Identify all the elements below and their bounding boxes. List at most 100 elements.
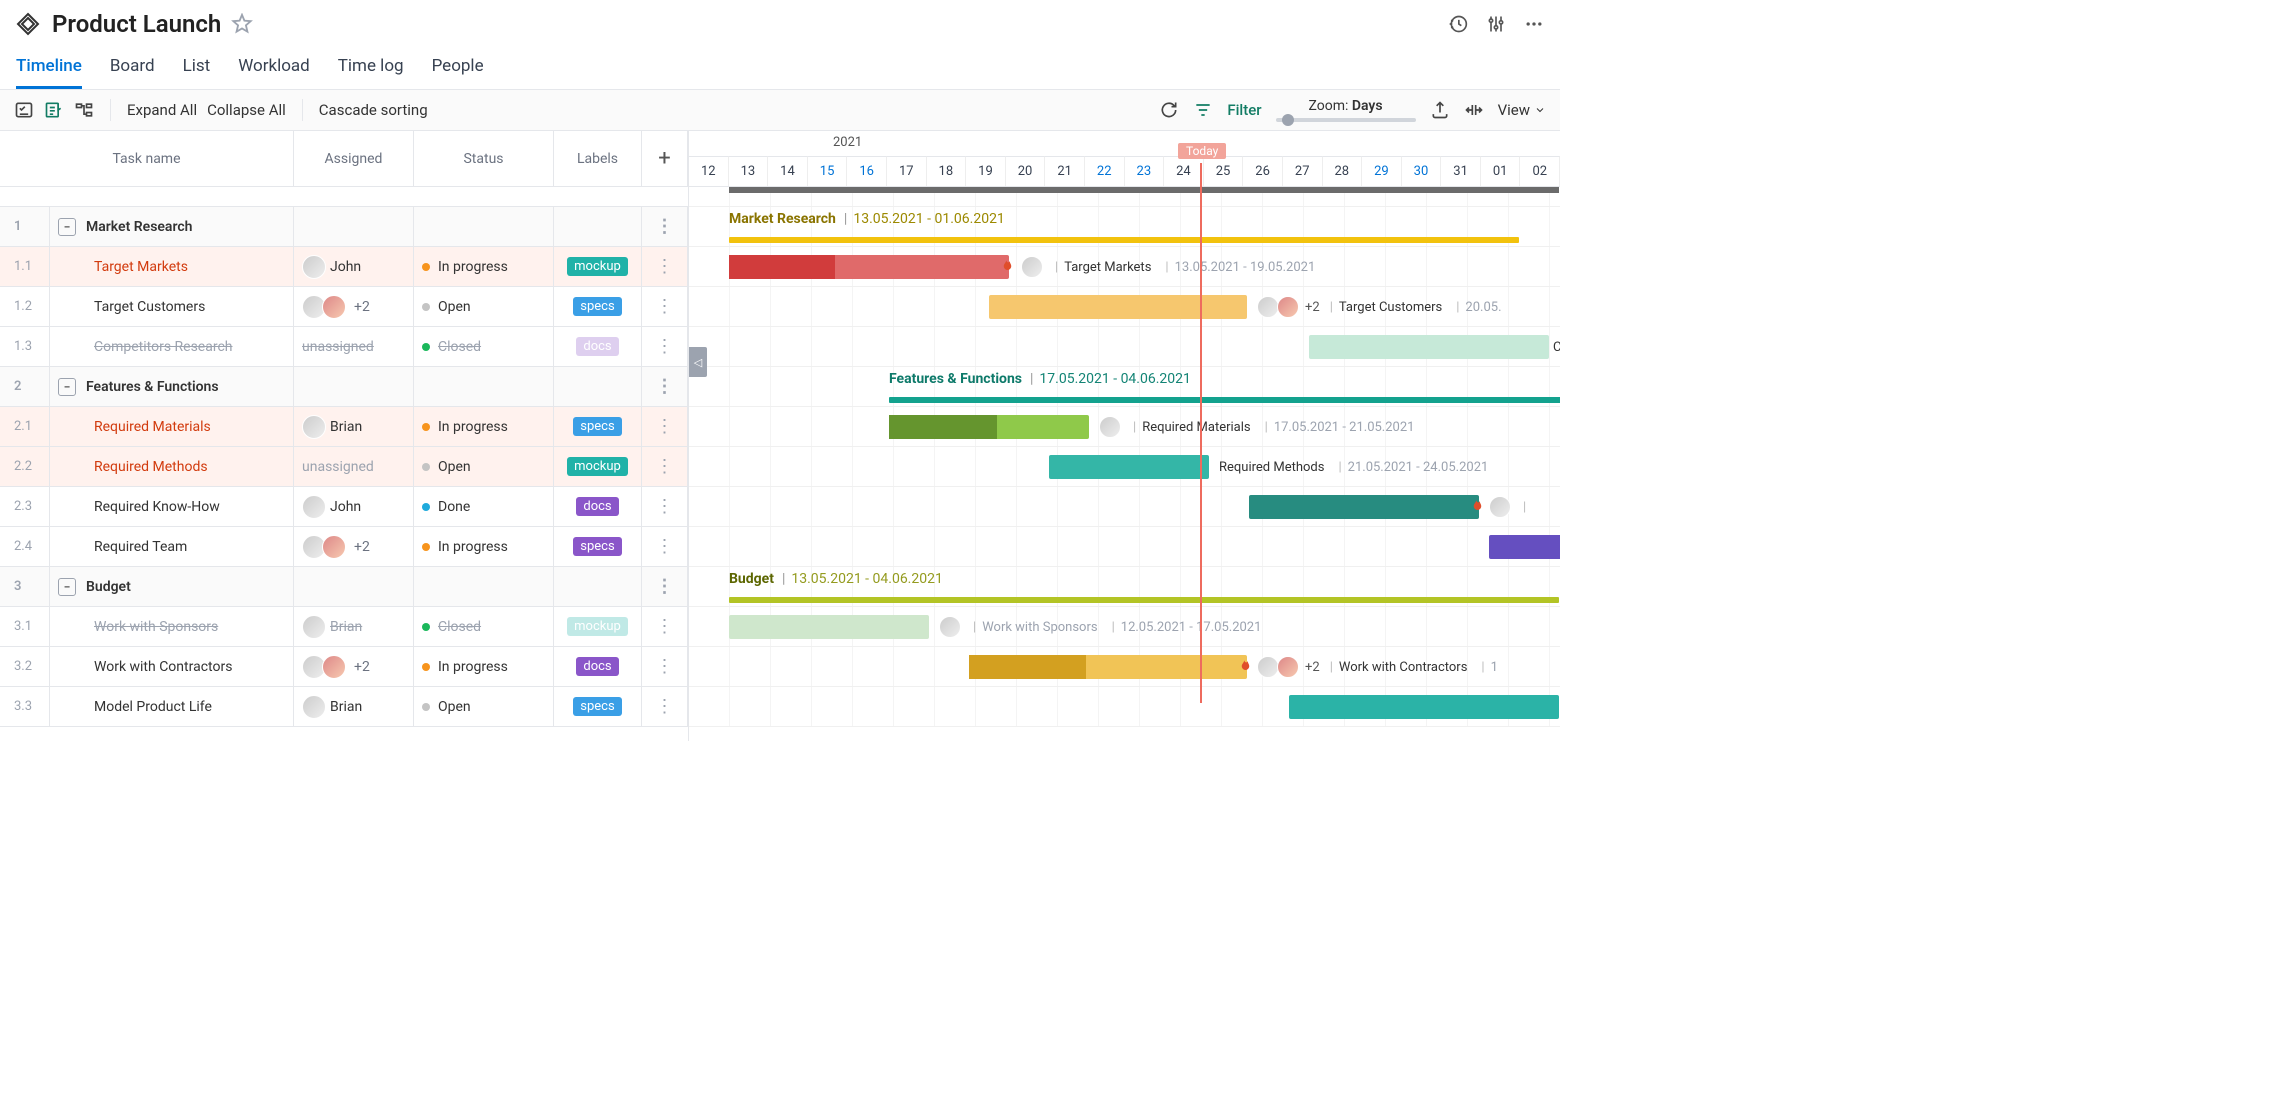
task-status[interactable]: In progress	[414, 247, 554, 286]
task-bar[interactable]	[1489, 535, 1560, 559]
task-label[interactable]: mockup	[554, 247, 642, 286]
task-status[interactable]: Done	[414, 487, 554, 526]
row-more-icon[interactable]: ⋮	[642, 207, 688, 246]
task-row[interactable]: 3.3Model Product LifeBrianOpenspecs⋮	[0, 687, 688, 727]
task-name[interactable]: Required Materials	[50, 407, 294, 446]
task-status[interactable]: Closed	[414, 327, 554, 366]
tab-list[interactable]: List	[183, 50, 211, 89]
task-status[interactable]: Open	[414, 687, 554, 726]
timeline-day[interactable]: 24	[1164, 156, 1204, 186]
task-assignee[interactable]: John	[294, 487, 414, 526]
hierarchy-icon[interactable]	[74, 100, 94, 120]
group-bar[interactable]	[729, 597, 1559, 603]
task-row[interactable]: 1.2Target Customers+2Openspecs⋮	[0, 287, 688, 327]
filter-label[interactable]: Filter	[1227, 101, 1261, 119]
collapse-icon[interactable]: −	[58, 578, 76, 596]
task-row[interactable]: 3.1Work with SponsorsBrianClosedmockup⋮	[0, 607, 688, 647]
timeline-day[interactable]: 23	[1125, 156, 1165, 186]
timeline-day[interactable]: 15	[808, 156, 848, 186]
row-more-icon[interactable]: ⋮	[642, 327, 688, 366]
task-assignee[interactable]: unassigned	[294, 327, 414, 366]
col-header-labels[interactable]: Labels	[554, 131, 642, 186]
row-more-icon[interactable]: ⋮	[642, 367, 688, 406]
timeline-day[interactable]: 12	[689, 156, 729, 186]
cascade-sorting-button[interactable]: Cascade sorting	[319, 101, 428, 119]
label-pill[interactable]: specs	[573, 417, 621, 436]
timeline-day[interactable]: 22	[1085, 156, 1125, 186]
task-name[interactable]: Work with Contractors	[50, 647, 294, 686]
star-icon[interactable]	[231, 13, 253, 35]
label-pill[interactable]: docs	[576, 337, 618, 356]
expand-horizontal-icon[interactable]	[1464, 100, 1484, 120]
task-bar[interactable]	[1049, 455, 1209, 479]
timeline-day[interactable]: 19	[966, 156, 1006, 186]
group-row[interactable]: 2−Features & Functions⋮	[0, 367, 688, 407]
tab-timelog[interactable]: Time log	[338, 50, 404, 89]
zoom-slider[interactable]	[1276, 118, 1416, 122]
task-assignee[interactable]: +2	[294, 647, 414, 686]
row-more-icon[interactable]: ⋮	[642, 607, 688, 646]
task-name[interactable]: Required Team	[50, 527, 294, 566]
group-name[interactable]: −Features & Functions	[50, 367, 294, 406]
timeline-day[interactable]: 18	[927, 156, 967, 186]
task-label[interactable]: specs	[554, 287, 642, 326]
timeline-day[interactable]: 13	[729, 156, 769, 186]
timeline-day[interactable]: 28	[1323, 156, 1363, 186]
row-more-icon[interactable]: ⋮	[642, 487, 688, 526]
task-status[interactable]: Closed	[414, 607, 554, 646]
task-bar[interactable]	[1309, 335, 1549, 359]
task-name[interactable]: Target Customers	[50, 287, 294, 326]
task-bar[interactable]	[969, 655, 1247, 679]
col-header-status[interactable]: Status	[414, 131, 554, 186]
task-label[interactable]: specs	[554, 407, 642, 446]
timeline-day[interactable]: 17	[887, 156, 927, 186]
more-horizontal-icon[interactable]	[1524, 14, 1544, 34]
col-header-task[interactable]: Task name	[0, 131, 294, 186]
group-row[interactable]: 1−Market Research⋮	[0, 207, 688, 247]
task-assignee[interactable]: Brian	[294, 607, 414, 646]
timeline-day[interactable]: 31	[1441, 156, 1481, 186]
task-status[interactable]: Open	[414, 447, 554, 486]
expand-all-button[interactable]: Expand All	[127, 101, 197, 119]
task-bar[interactable]	[729, 615, 929, 639]
group-name[interactable]: −Budget	[50, 567, 294, 606]
export-icon[interactable]	[1430, 100, 1450, 120]
task-status[interactable]: In progress	[414, 407, 554, 446]
collapse-grid-handle[interactable]: ◁	[689, 347, 707, 377]
group-bar[interactable]	[889, 397, 1560, 403]
task-row[interactable]: 2.3Required Know-HowJohnDonedocs⋮	[0, 487, 688, 527]
row-more-icon[interactable]: ⋮	[642, 647, 688, 686]
task-assignee[interactable]: +2	[294, 287, 414, 326]
timeline-day[interactable]: 01	[1481, 156, 1521, 186]
timeline-day[interactable]: 02	[1520, 156, 1560, 186]
history-icon[interactable]	[1448, 14, 1468, 34]
label-pill[interactable]: mockup	[567, 457, 628, 476]
task-row[interactable]: 2.2Required MethodsunassignedOpenmockup⋮	[0, 447, 688, 487]
timeline-day[interactable]: 21	[1045, 156, 1085, 186]
task-assignee[interactable]: +2	[294, 527, 414, 566]
task-name[interactable]: Work with Sponsors	[50, 607, 294, 646]
label-pill[interactable]: docs	[576, 657, 618, 676]
collapse-all-button[interactable]: Collapse All	[207, 101, 286, 119]
task-label[interactable]: docs	[554, 647, 642, 686]
list-flag-icon[interactable]	[44, 100, 64, 120]
timeline-day[interactable]: 29	[1362, 156, 1402, 186]
task-label[interactable]: docs	[554, 327, 642, 366]
collapse-icon[interactable]: −	[58, 378, 76, 396]
timeline-day[interactable]: 20	[1006, 156, 1046, 186]
refresh-icon[interactable]	[1159, 100, 1179, 120]
timeline-day[interactable]: 26	[1243, 156, 1283, 186]
row-more-icon[interactable]: ⋮	[642, 687, 688, 726]
row-more-icon[interactable]: ⋮	[642, 287, 688, 326]
task-row[interactable]: 3.2Work with Contractors+2In progressdoc…	[0, 647, 688, 687]
task-assignee[interactable]: Brian	[294, 407, 414, 446]
label-pill[interactable]: specs	[573, 697, 621, 716]
row-more-icon[interactable]: ⋮	[642, 407, 688, 446]
group-name[interactable]: −Market Research	[50, 207, 294, 246]
timeline-day[interactable]: 16	[847, 156, 887, 186]
tab-timeline[interactable]: Timeline	[16, 50, 82, 89]
task-bar[interactable]	[1249, 495, 1479, 519]
view-button[interactable]: View	[1498, 101, 1546, 119]
label-pill[interactable]: docs	[576, 497, 618, 516]
task-name[interactable]: Required Methods	[50, 447, 294, 486]
